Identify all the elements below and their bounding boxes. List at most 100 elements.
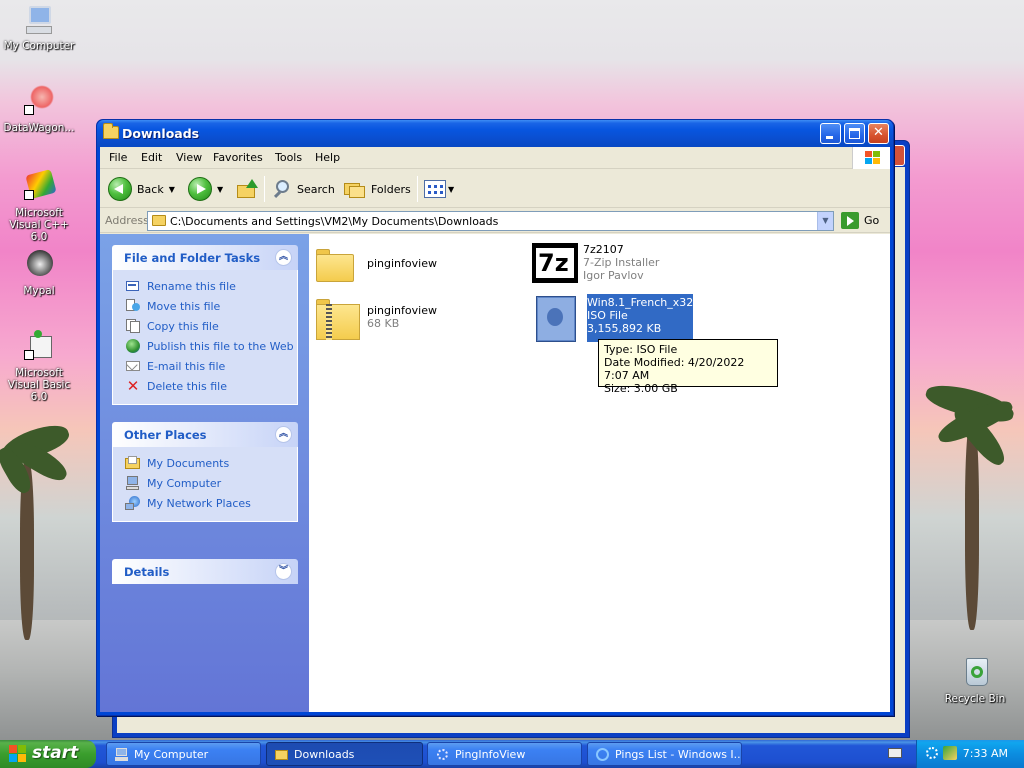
search-button[interactable]: Search: [273, 175, 335, 203]
wallpaper-palm-left: [0, 400, 100, 640]
desktop-icon-mypal[interactable]: Mypal: [0, 248, 78, 297]
forward-arrow-icon: [188, 177, 212, 201]
zip-folder-icon: [314, 294, 362, 342]
views-button[interactable]: ▼: [424, 175, 454, 203]
minimize-button[interactable]: [820, 123, 841, 144]
window-client: File Edit View Favorites Tools Help Back…: [100, 147, 890, 712]
system-tray: 7:33 AM: [916, 740, 1024, 768]
pinginfoview-icon: [435, 747, 450, 762]
my-documents-icon: [125, 455, 141, 471]
task-email-file[interactable]: E-mail this file: [125, 356, 297, 376]
internet-explorer-icon: [595, 747, 610, 762]
visual-cpp-icon: [22, 169, 57, 204]
place-network-places[interactable]: My Network Places: [125, 493, 297, 513]
recycle-bin-icon: [958, 656, 992, 690]
start-button[interactable]: start: [0, 740, 96, 768]
other-places-header[interactable]: Other Places ︽: [112, 422, 298, 447]
up-folder-button[interactable]: [237, 175, 259, 203]
menu-edit[interactable]: Edit: [141, 151, 162, 164]
go-button[interactable]: Go: [841, 212, 879, 229]
address-path: C:\Documents and Settings\VM2\My Documen…: [170, 215, 499, 228]
update-tray-icon[interactable]: [943, 746, 957, 760]
clock[interactable]: 7:33 AM: [963, 747, 1008, 760]
menu-tools[interactable]: Tools: [275, 151, 302, 164]
desktop-icon-recycle-bin[interactable]: Recycle Bin: [936, 656, 1014, 705]
file-item-iso[interactable]: Win8.1_French_x32 ISO File 3,155,892 KB: [534, 294, 694, 342]
maximize-button[interactable]: [844, 123, 865, 144]
iso-file-icon: [534, 294, 582, 342]
title-bar[interactable]: Downloads ✕: [97, 120, 893, 147]
views-dropdown-icon[interactable]: ▼: [448, 185, 454, 194]
place-my-documents[interactable]: My Documents: [125, 453, 297, 473]
my-computer-icon: [114, 747, 129, 762]
desktop-icon-datawagon[interactable]: DataWagon...: [0, 85, 78, 134]
folder-icon: [274, 747, 289, 762]
visual-basic-icon: [22, 330, 56, 364]
file-item-zip[interactable]: pinginfoview 68 KB: [314, 294, 437, 342]
mypal-icon: [22, 248, 56, 282]
details-panel: Details ︾: [112, 559, 298, 584]
toolbar: Back ▼ ▼ Search Folders ▼: [100, 170, 890, 208]
forward-button[interactable]: ▼: [188, 175, 223, 203]
copy-icon: [125, 318, 141, 334]
menu-file[interactable]: File: [109, 151, 127, 164]
explorer-window[interactable]: Downloads ✕ File Edit View Favorites Too…: [96, 119, 894, 716]
file-item-folder[interactable]: pinginfoview: [314, 241, 437, 289]
menu-favorites[interactable]: Favorites: [213, 151, 263, 164]
folders-button[interactable]: Folders: [344, 175, 411, 203]
address-dropdown-icon[interactable]: ▼: [817, 212, 833, 230]
desktop-icon-visual-cpp[interactable]: Microsoft Visual C++ 6.0: [0, 169, 78, 243]
task-publish-web[interactable]: Publish this file to the Web: [125, 336, 297, 356]
taskbar-item-pings-list[interactable]: Pings List - Windows I...: [587, 742, 742, 766]
7zip-icon: 7z: [530, 241, 578, 289]
desktop-icon-visual-basic[interactable]: Microsoft Visual Basic 6.0: [0, 330, 78, 403]
web-publish-icon: [125, 338, 141, 354]
file-folder-tasks-panel: File and Folder Tasks ︽ Rename this file…: [112, 245, 298, 405]
task-rename-file[interactable]: Rename this file: [125, 276, 297, 296]
move-icon: [125, 298, 141, 314]
file-folder-tasks-header[interactable]: File and Folder Tasks ︽: [112, 245, 298, 270]
task-delete-file[interactable]: ✕ Delete this file: [125, 376, 297, 396]
address-label: Address: [105, 214, 149, 227]
task-pane: File and Folder Tasks ︽ Rename this file…: [100, 234, 309, 712]
task-copy-file[interactable]: Copy this file: [125, 316, 297, 336]
folder-icon: [314, 241, 362, 289]
place-my-computer[interactable]: My Computer: [125, 473, 297, 493]
my-computer-icon: [22, 3, 56, 37]
collapse-chevron-icon[interactable]: ︽: [275, 426, 292, 443]
keyboard-icon[interactable]: [888, 748, 902, 758]
menu-help[interactable]: Help: [315, 151, 340, 164]
collapse-chevron-icon[interactable]: ︽: [275, 249, 292, 266]
file-item-7zip[interactable]: 7z 7z2107 7-Zip Installer Igor Pavlov: [530, 241, 659, 289]
taskbar-item-downloads[interactable]: Downloads: [266, 742, 423, 766]
network-places-icon: [125, 495, 141, 511]
folder-icon: [103, 123, 119, 139]
taskbar-item-my-computer[interactable]: My Computer: [106, 742, 261, 766]
network-tray-icon[interactable]: [926, 747, 938, 759]
desktop-icon-my-computer[interactable]: My Computer: [0, 3, 78, 52]
menu-view[interactable]: View: [176, 151, 202, 164]
delete-icon: ✕: [126, 377, 140, 395]
menu-bar: File Edit View Favorites Tools Help: [100, 147, 890, 169]
file-list[interactable]: pinginfoview 7z 7z2107 7-Zip Installer I…: [309, 234, 890, 712]
back-button[interactable]: Back ▼: [108, 175, 175, 203]
taskbar: start My Computer Downloads PingInfoView…: [0, 740, 1024, 768]
close-button[interactable]: ✕: [868, 123, 889, 144]
folder-icon: [152, 215, 166, 226]
go-arrow-icon: [841, 212, 859, 229]
windows-flag-icon: [9, 745, 27, 763]
my-computer-icon: [125, 475, 141, 491]
expand-chevron-icon[interactable]: ︾: [275, 563, 292, 580]
rename-icon: [125, 278, 141, 294]
windows-logo-icon: [852, 147, 890, 169]
email-icon: [125, 358, 141, 374]
views-icon: [424, 180, 446, 198]
details-header[interactable]: Details ︾: [112, 559, 298, 584]
back-dropdown-icon[interactable]: ▼: [169, 185, 175, 194]
address-input[interactable]: C:\Documents and Settings\VM2\My Documen…: [147, 211, 834, 231]
task-move-file[interactable]: Move this file: [125, 296, 297, 316]
address-bar: Address C:\Documents and Settings\VM2\My…: [100, 209, 890, 233]
search-icon: [273, 179, 293, 199]
taskbar-item-pinginfoview[interactable]: PingInfoView: [427, 742, 582, 766]
forward-dropdown-icon[interactable]: ▼: [217, 185, 223, 194]
